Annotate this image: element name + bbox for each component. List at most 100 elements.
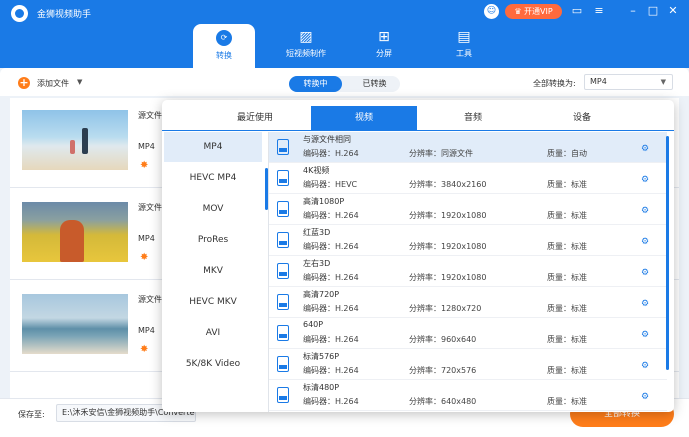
preset-item[interactable]: 4K视频 编码器：HEVC 分辨率：3840x2160 质量：标准 ⚙ [269,163,667,194]
chevron-down-icon[interactable]: ▼ [77,78,82,86]
preset-quality: 质量：标准 [547,335,587,344]
image-icon: ▨ [299,29,313,45]
edit-icon[interactable]: ✸ [140,160,148,171]
preset-title: 高清1080P [303,197,345,206]
preset-title: 左右3D [303,259,331,268]
file-name: 源文件 [138,111,162,120]
video-thumbnail[interactable] [22,202,128,262]
gear-icon[interactable]: ⚙ [641,175,649,185]
child-figure [70,140,75,154]
preset-scrollbar[interactable] [666,136,669,370]
file-format: MP4 [138,234,155,243]
maximize-icon[interactable]: □ [646,3,660,19]
gear-icon[interactable]: ⚙ [641,237,649,247]
preset-title: 红蓝3D [303,228,331,237]
480p-icon [277,387,289,403]
preset-title: 640P [303,320,324,329]
preset-quality: 质量：标准 [547,397,587,406]
close-icon[interactable]: ✕ [666,3,680,19]
preset-item[interactable]: 高清1080P 编码器：H.264 分辨率：1920x1080 质量：标准 ⚙ [269,194,667,225]
gear-icon[interactable]: ⚙ [641,268,649,278]
category-avi[interactable]: AVI [164,318,262,348]
convert-all-to-label: 全部转换为: [533,79,576,88]
preset-resolution: 分辨率：同源文件 [409,149,473,158]
vip-label: 开通VIP [524,7,553,16]
video-thumbnail[interactable] [22,294,128,354]
convert-icon: ⟳ [216,30,232,46]
preset-item[interactable]: 640P 编码器：H.264 分辨率：960x640 质量：标准 ⚙ [269,318,667,349]
preset-list: 与源文件相同 编码器：H.264 分辨率：同源文件 质量：自动 ⚙ 4K视频 编… [268,132,668,412]
gear-icon[interactable]: ⚙ [641,392,649,402]
format-tabs: 最近使用 视频 音频 设备 [162,100,674,131]
segment-converting[interactable]: 转换中 [289,76,342,92]
tab-recent[interactable]: 最近使用 [202,106,308,131]
tab-tools[interactable]: ▤ 工具 [435,24,493,68]
output-format-value: MP4 [590,77,607,86]
tab-device[interactable]: 设备 [529,106,635,131]
preset-encoder: 编码器：H.264 [303,366,359,375]
preset-title: 标清480P [303,383,340,392]
chevron-down-icon: ▼ [660,78,666,86]
preset-quality: 质量：自动 [547,149,587,158]
preset-quality: 质量：标准 [547,366,587,375]
tab-split-screen[interactable]: ⊞ 分屏 [355,24,413,68]
app-title: 金狮视频助手 [37,10,92,20]
output-format-select[interactable]: MP4 ▼ [584,74,673,90]
file-name: 源文件 [138,203,162,212]
gear-icon[interactable]: ⚙ [641,330,649,340]
preset-encoder: 编码器：H.264 [303,397,359,406]
gear-icon[interactable]: ⚙ [641,299,649,309]
preset-resolution: 分辨率：1920x1080 [409,211,487,220]
edit-icon[interactable]: ✸ [140,344,148,355]
576p-icon [277,356,289,372]
gear-icon[interactable]: ⚙ [641,206,649,216]
edit-icon[interactable]: ✸ [140,252,148,263]
preset-item[interactable]: 标清576P 编码器：H.264 分辨率：720x576 质量：标准 ⚙ [269,349,667,380]
vip-button[interactable]: ♛ 开通VIP [505,4,562,19]
category-mkv[interactable]: MKV [164,256,262,286]
add-icon[interactable]: + [18,77,30,89]
tab-short-video[interactable]: ▨ 短视频制作 [277,24,335,68]
person-figure [82,128,88,154]
4k-icon [277,170,289,186]
tab-video[interactable]: 视频 [311,106,417,131]
format-category-list: MP4 HEVC MP4 MOV ProRes MKV HEVC MKV AVI… [164,132,268,412]
preset-item[interactable]: 高清720P 编码器：H.264 分辨率：1280x720 质量：标准 ⚙ [269,287,667,318]
preset-item[interactable]: 标清480P 编码器：H.264 分辨率：640x480 质量：标准 ⚙ [269,380,667,411]
gear-icon[interactable]: ⚙ [641,144,649,154]
preset-resolution: 分辨率：1920x1080 [409,273,487,282]
menu-icon[interactable]: ≡ [592,3,606,19]
preset-quality: 质量：标准 [547,304,587,313]
category-mov[interactable]: MOV [164,194,262,224]
minimize-icon[interactable]: – [626,3,640,19]
preset-quality: 质量：标准 [547,180,587,189]
preset-quality: 质量：标准 [547,273,587,282]
add-file-button[interactable]: 添加文件 [37,78,69,89]
3d-icon [277,232,289,248]
gear-icon[interactable]: ⚙ [641,361,649,371]
preset-encoder: 编码器：HEVC [303,180,358,189]
file-format: MP4 [138,326,155,335]
1080p-icon [277,201,289,217]
category-prores[interactable]: ProRes [164,225,262,255]
tab-audio[interactable]: 音频 [420,106,526,131]
chat-icon[interactable]: ▭ [570,3,584,19]
preset-resolution: 分辨率：3840x2160 [409,180,487,189]
preset-encoder: 编码器：H.264 [303,149,359,158]
category-5k-8k-video[interactable]: 5K/8K Video [164,349,262,379]
smile-icon[interactable]: ☺ [484,4,499,19]
category-mp4[interactable]: MP4 [164,132,262,162]
tab-convert[interactable]: ⟳ 转换 [193,24,255,68]
preset-item[interactable]: 与源文件相同 编码器：H.264 分辨率：同源文件 质量：自动 ⚙ [269,132,667,163]
preset-item[interactable]: 红蓝3D 编码器：H.264 分辨率：1920x1080 质量：标准 ⚙ [269,225,667,256]
video-thumbnail[interactable] [22,110,128,170]
segment-converted[interactable]: 已转换 [349,76,400,92]
category-hevc-mp4[interactable]: HEVC MP4 [164,163,262,193]
preset-item[interactable]: 左右3D 编码器：H.264 分辨率：1920x1080 质量：标准 ⚙ [269,256,667,287]
3d-icon [277,263,289,279]
file-copy-icon [277,139,289,155]
title-bar: 金狮视频助手 ☺ ♛ 开通VIP ▭ ≡ – □ ✕ ⟳ 转换 ▨ 短视频制作 … [0,0,689,68]
category-hevc-mkv[interactable]: HEVC MKV [164,287,262,317]
preset-encoder: 编码器：H.264 [303,211,359,220]
save-to-label: 保存至: [18,410,45,419]
